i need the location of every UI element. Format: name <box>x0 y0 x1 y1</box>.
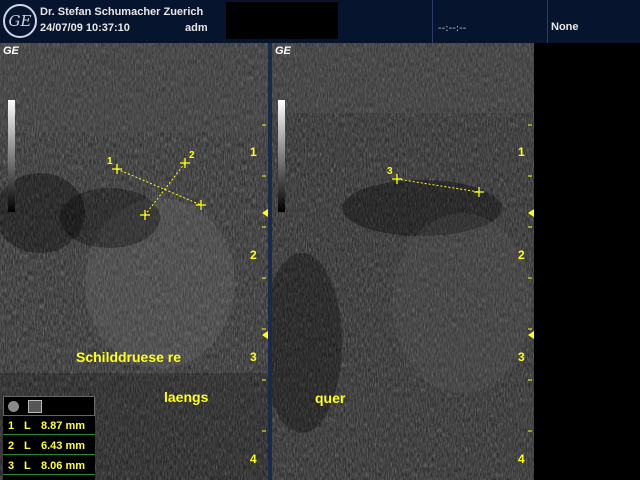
grayscale-bar-left <box>8 100 15 212</box>
measurement-index: 2 <box>8 440 15 452</box>
depth-mark-1: 1 <box>518 145 525 159</box>
measurement-value: 6.43 mm <box>41 440 86 452</box>
measurement-type: L <box>24 420 31 432</box>
depth-mark-4: 4 <box>250 452 257 466</box>
caliper-label-1: 1 <box>107 156 113 167</box>
measurement-value: 8.06 mm <box>41 460 86 472</box>
right-side-panel <box>534 43 640 480</box>
measurement-row: 2 L 6.43 mm <box>3 437 95 455</box>
header-divider <box>432 0 433 43</box>
caliper-label-3: 3 <box>387 166 393 177</box>
timer-display: --:--:-- <box>438 23 467 34</box>
measurement-type: L <box>24 440 31 452</box>
grayscale-bar-right <box>278 100 285 212</box>
report-icon[interactable] <box>28 400 42 413</box>
annotation-organ: Schilddruese re <box>76 349 182 365</box>
measurement-value: 8.87 mm <box>41 420 86 432</box>
preset-label[interactable]: None <box>551 21 579 33</box>
depth-mark-4: 4 <box>518 452 525 466</box>
ultrasound-scan-right <box>272 43 534 480</box>
measurement-panel: 1 L 8.87 mm 2 L 6.43 mm 3 L 8.06 mm <box>3 396 95 480</box>
ge-badge-left: GE <box>3 45 19 57</box>
exam-datetime: 24/07/09 10:37:10 <box>40 22 130 34</box>
measurement-row: 3 L 8.06 mm <box>3 457 95 475</box>
measurement-index: 1 <box>8 420 15 432</box>
measurement-type: L <box>24 460 31 472</box>
measurement-row: 1 L 8.87 mm <box>3 417 95 435</box>
caliper-label-2: 2 <box>189 150 195 161</box>
ultrasound-image-right[interactable] <box>272 43 534 480</box>
clinic-name: Dr. Stefan Schumacher Zuerich <box>40 6 204 18</box>
ge-badge-right: GE <box>275 45 291 57</box>
patient-info-box <box>226 2 338 39</box>
depth-mark-2: 2 <box>518 248 525 262</box>
depth-mark-2: 2 <box>250 248 257 262</box>
record-icon[interactable] <box>8 401 19 412</box>
measurement-index: 3 <box>8 460 15 472</box>
measurement-toolbar <box>3 396 95 416</box>
depth-mark-3: 3 <box>518 350 525 364</box>
depth-mark-1: 1 <box>250 145 257 159</box>
annotation-orientation-right: quer <box>315 390 346 406</box>
operator-id: adm <box>185 22 208 34</box>
ge-logo-icon: GE <box>3 4 37 38</box>
depth-mark-3: 3 <box>250 350 257 364</box>
annotation-orientation-left: laengs <box>164 389 209 405</box>
header-divider <box>547 0 548 43</box>
